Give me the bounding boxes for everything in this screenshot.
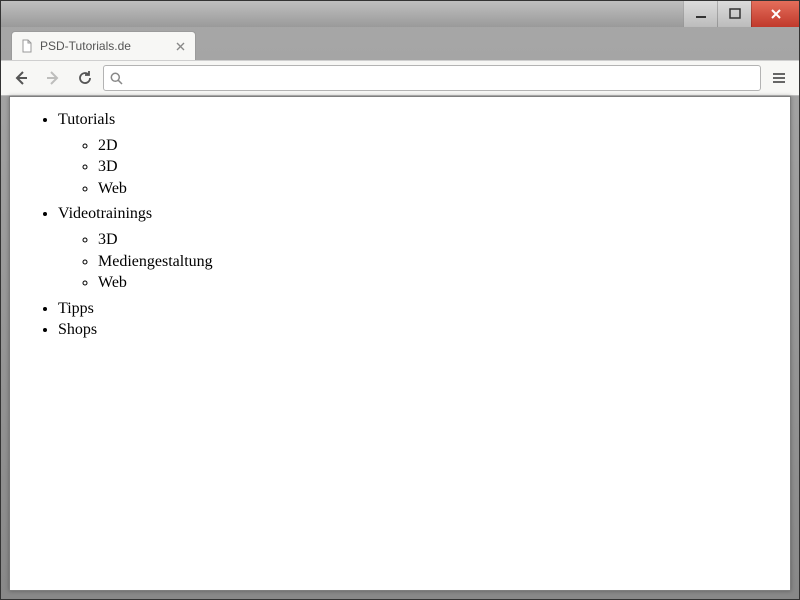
close-icon — [770, 8, 782, 20]
browser-tab[interactable]: PSD-Tutorials.de — [11, 31, 196, 60]
browser-window: PSD-Tutorials.de — [0, 0, 800, 600]
list-item: Web — [98, 272, 782, 294]
viewport: Tutorials 2D 3D Web Videotrainings 3D Me… — [9, 96, 791, 591]
nav-label: 3D — [98, 231, 118, 248]
titlebar — [1, 1, 799, 27]
tab-strip: PSD-Tutorials.de — [1, 27, 799, 60]
nav-list: Tutorials 2D 3D Web Videotrainings 3D Me… — [18, 109, 782, 341]
nav-label: Mediengestaltung — [98, 253, 213, 270]
list-item: 2D — [98, 135, 782, 157]
nav-label: Videotrainings — [58, 205, 152, 222]
list-item: Videotrainings 3D Mediengestaltung Web — [58, 203, 782, 293]
nav-label: Tutorials — [58, 111, 115, 128]
list-item: Shops — [58, 319, 782, 341]
nav-sublist: 3D Mediengestaltung Web — [58, 229, 782, 294]
nav-label: Shops — [58, 321, 97, 338]
list-item: Tipps — [58, 298, 782, 320]
search-icon — [110, 72, 123, 85]
close-button[interactable] — [751, 1, 799, 27]
hamburger-icon — [771, 70, 787, 86]
tab-close-button[interactable] — [173, 39, 187, 53]
address-input[interactable] — [129, 67, 754, 89]
x-icon — [176, 42, 185, 51]
address-bar[interactable] — [103, 65, 761, 91]
list-item: Tutorials 2D 3D Web — [58, 109, 782, 199]
toolbar — [1, 60, 799, 96]
nav-label: Web — [98, 274, 127, 291]
maximize-button[interactable] — [717, 1, 751, 27]
tab-title: PSD-Tutorials.de — [40, 39, 167, 53]
nav-label: Web — [98, 180, 127, 197]
maximize-icon — [729, 8, 741, 20]
list-item: 3D — [98, 156, 782, 178]
nav-sublist: 2D 3D Web — [58, 135, 782, 200]
back-button[interactable] — [7, 64, 35, 92]
page-content: Tutorials 2D 3D Web Videotrainings 3D Me… — [10, 97, 790, 353]
forward-button[interactable] — [39, 64, 67, 92]
reload-icon — [77, 70, 93, 86]
minimize-icon — [695, 8, 707, 20]
nav-label: 3D — [98, 158, 118, 175]
list-item: Mediengestaltung — [98, 251, 782, 273]
minimize-button[interactable] — [683, 1, 717, 27]
nav-label: 2D — [98, 137, 118, 154]
list-item: 3D — [98, 229, 782, 251]
reload-button[interactable] — [71, 64, 99, 92]
arrow-left-icon — [12, 69, 30, 87]
file-icon — [20, 39, 34, 53]
nav-label: Tipps — [58, 300, 94, 317]
menu-button[interactable] — [765, 64, 793, 92]
list-item: Web — [98, 178, 782, 200]
arrow-right-icon — [44, 69, 62, 87]
